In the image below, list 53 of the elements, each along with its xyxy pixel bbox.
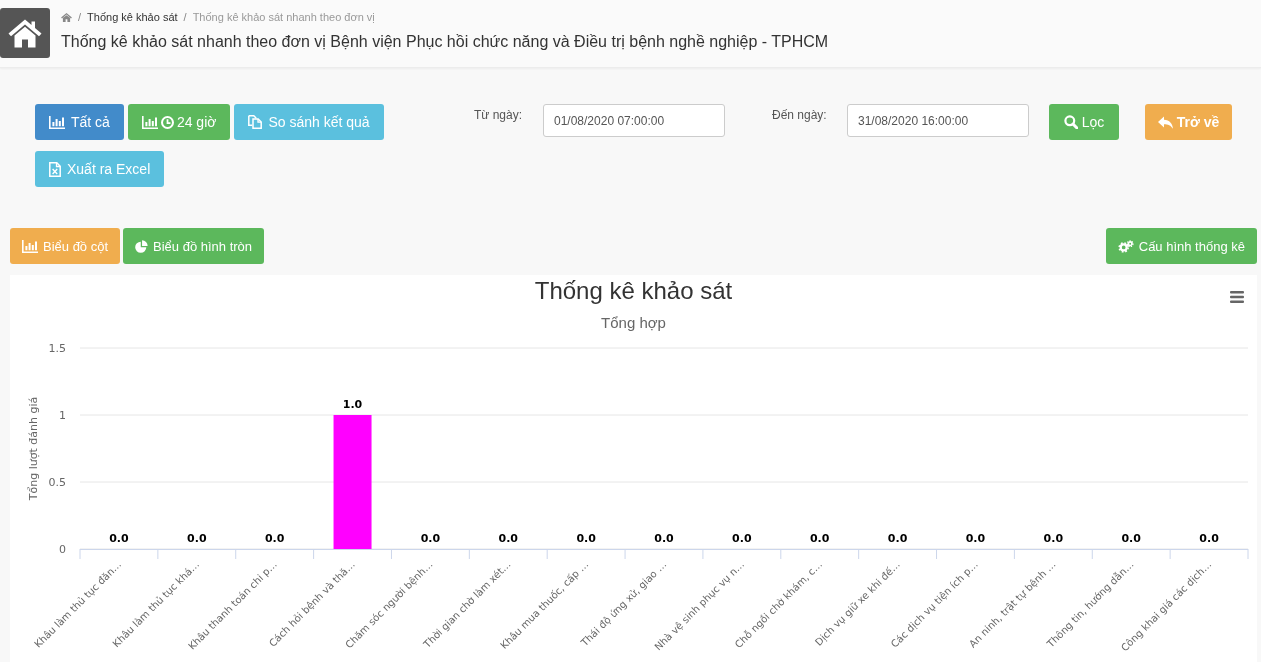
page-title: Thống kê khảo sát nhanh theo đơn vị Bệnh viện Phục hồi chức năng và Điều trị bệnh nghề nghiệp - TPHCM <box>61 32 829 52</box>
chart-title: Thống kê khảo sát <box>534 277 733 304</box>
search-icon <box>1063 115 1078 129</box>
data-label: 0.0 <box>576 532 596 545</box>
menu-icon[interactable] <box>1230 291 1244 303</box>
y-axis-tick-label: 1.5 <box>48 342 66 355</box>
breadcrumb-item[interactable]: Thống kê khảo sát <box>87 10 178 24</box>
y-axis-title: Tổng lượt đánh giá <box>27 396 40 501</box>
back-button[interactable]: Trở về <box>1145 104 1232 140</box>
filter-button[interactable]: So sánh kết quả <box>234 104 384 140</box>
data-label: 0.0 <box>965 532 986 545</box>
breadcrumb-item: Thống kê khảo sát nhanh theo đơn vị <box>192 10 375 24</box>
filter-button[interactable]: Tất cả <box>35 104 124 140</box>
data-label: 0.0 <box>887 532 908 545</box>
data-label: 1.0 <box>342 398 363 411</box>
data-label: 0.0 <box>1121 532 1141 545</box>
clock-icon <box>160 115 174 129</box>
from-date-field[interactable]: 01/08/2020 07:00:00 <box>543 104 725 137</box>
bar-chart-icon <box>141 115 158 129</box>
from-date-label: Từ ngày: <box>474 107 524 122</box>
to-date-label: Đến ngày: <box>772 107 828 122</box>
data-label: 0.0 <box>264 532 285 545</box>
data-label: 0.0 <box>1043 532 1064 545</box>
bar-chart-icon <box>49 115 65 129</box>
filter-button[interactable]: Xuất ra Excel <box>35 151 165 187</box>
config-button[interactable]: Cấu hình thống kê <box>1105 228 1257 264</box>
breadcrumb-separator: / <box>182 10 188 24</box>
copy-icon <box>248 115 263 129</box>
gears-icon <box>1117 239 1134 253</box>
data-label: 0.0 <box>420 532 441 545</box>
chart-type-button[interactable]: Biểu đồ hình tròn <box>123 228 265 264</box>
chart-subtitle: Tổng hợp <box>601 314 666 331</box>
home-icon[interactable] <box>61 12 72 22</box>
y-axis-tick-label: 1 <box>59 409 66 422</box>
filter-button[interactable]: 24 giờ <box>127 104 231 140</box>
breadcrumb-separator: / <box>77 10 83 24</box>
data-label: 0.0 <box>732 532 752 545</box>
bar-chart-icon <box>22 239 38 253</box>
data-label: 0.0 <box>187 532 207 545</box>
filter-submit-button[interactable]: Lọc <box>1049 104 1119 140</box>
chart-type-button[interactable]: Biểu đồ cột <box>10 228 121 264</box>
data-label: 0.0 <box>810 532 830 545</box>
data-label: 0.0 <box>498 532 518 545</box>
home-icon[interactable] <box>0 8 50 58</box>
data-label: 0.0 <box>109 532 129 545</box>
data-label: 0.0 <box>1199 532 1219 545</box>
reply-arrow-icon <box>1157 115 1173 129</box>
pie-chart-icon <box>135 239 149 253</box>
data-label: 0.0 <box>654 532 674 545</box>
to-date-field[interactable]: 31/08/2020 16:00:00 <box>847 104 1029 137</box>
y-axis-tick-label: 0.5 <box>48 476 66 489</box>
spreadsheet-file-icon <box>49 161 61 177</box>
y-axis-tick-label: 0 <box>59 543 66 556</box>
